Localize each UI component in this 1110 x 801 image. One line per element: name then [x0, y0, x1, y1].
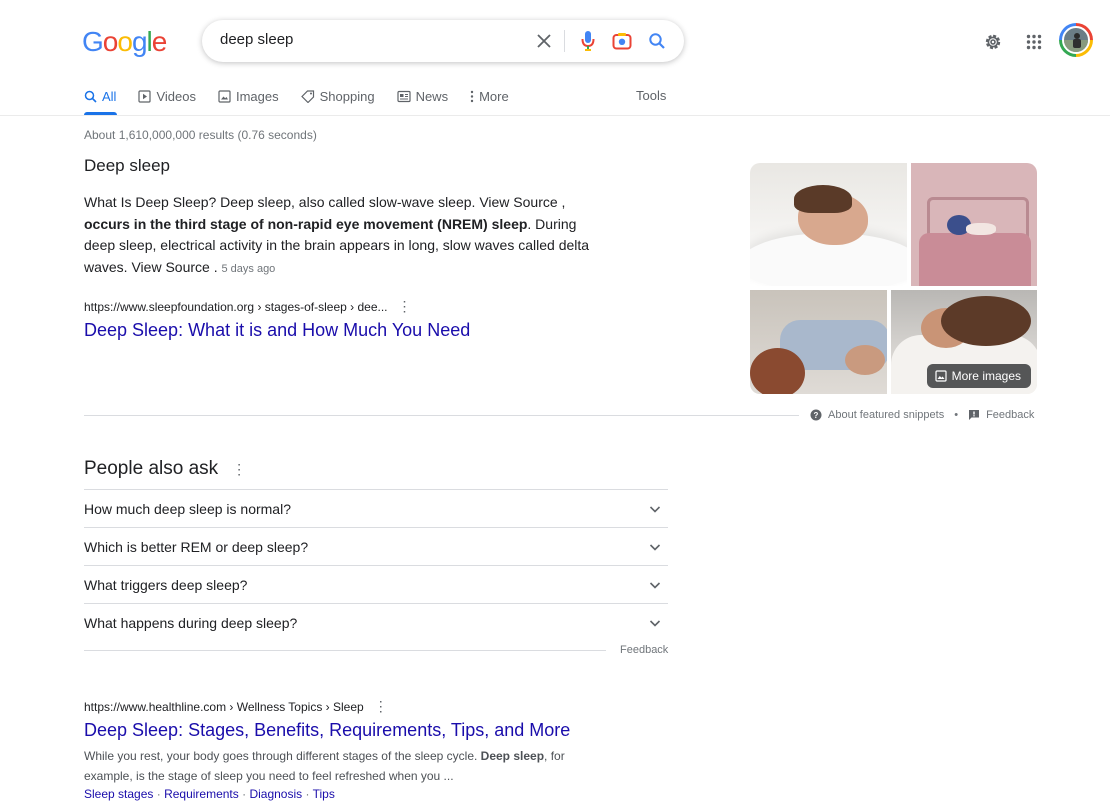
paa-question-text: How much deep sleep is normal? [84, 500, 291, 517]
paa-question[interactable]: What happens during deep sleep? [84, 603, 668, 641]
tab-more[interactable]: More [470, 86, 509, 106]
chevron-down-icon [649, 619, 661, 627]
paa-question[interactable]: Which is better REM or deep sleep? [84, 527, 668, 565]
tab-images[interactable]: Images [218, 86, 279, 106]
search-divider [564, 30, 565, 52]
video-icon [138, 89, 152, 103]
apps-grid-icon[interactable] [1022, 30, 1046, 54]
result-cite-row: https://www.healthline.com › Wellness To… [84, 698, 388, 716]
svg-text:?: ? [814, 411, 819, 420]
result-snippet-bold: Deep sleep [480, 749, 545, 763]
image-icon [218, 89, 231, 103]
camera-lens-icon[interactable] [610, 29, 634, 53]
paa-feedback-link[interactable]: Feedback [620, 644, 668, 656]
tab-videos[interactable]: Videos [138, 86, 196, 106]
header-divider [0, 115, 1110, 116]
more-images-label: More images [951, 369, 1021, 383]
microphone-icon[interactable] [576, 29, 600, 53]
sitelink-separator: · [238, 787, 250, 801]
paa-question-text: What triggers deep sleep? [84, 576, 248, 593]
result-title-link[interactable]: Deep Sleep: Stages, Benefits, Requiremen… [84, 720, 570, 741]
snippet-heading: Deep sleep [84, 156, 171, 175]
result-cite[interactable]: https://www.healthline.com › Wellness To… [84, 700, 364, 714]
tab-label: Videos [156, 88, 196, 104]
tag-icon [300, 89, 314, 103]
sitelink[interactable]: Diagnosis [249, 787, 302, 801]
sitelink-separator: · [153, 787, 165, 801]
settings-gear-icon[interactable] [981, 30, 1005, 54]
tab-label: More [479, 88, 509, 104]
sitelink-separator: · [302, 787, 313, 801]
illustrated-sleeper-image[interactable] [911, 163, 1037, 286]
paa-title-text: People also ask [84, 458, 219, 479]
tab-label: Shopping [319, 88, 375, 104]
more-images-button[interactable]: More images [926, 364, 1031, 388]
chevron-down-icon [649, 505, 661, 513]
chevron-down-icon [649, 581, 661, 589]
bullet-separator: • [954, 409, 959, 421]
tools-button[interactable]: Tools [636, 88, 666, 103]
result-stats: About 1,610,000,000 results (0.76 second… [84, 128, 317, 142]
snippet-divider [84, 415, 799, 416]
sitelink[interactable]: Tips [313, 787, 335, 801]
more-options-icon[interactable]: ⋮ [232, 461, 246, 477]
help-circle-icon: ? [810, 409, 822, 421]
snippet-date: 5 days ago [221, 262, 276, 275]
man-with-dog-image[interactable] [750, 290, 887, 394]
snippet-link-title[interactable]: Deep Sleep: What it is and How Much You … [84, 320, 470, 341]
paa-question-text: What happens during deep sleep? [84, 614, 298, 631]
vertical-dots-icon [470, 90, 474, 102]
paa-question[interactable]: How much deep sleep is normal? [84, 489, 668, 527]
people-also-ask-heading: People also ask ⋮ [84, 458, 246, 480]
account-avatar[interactable] [1059, 23, 1093, 57]
snippet-text: What Is Deep Sleep? Deep sleep, also cal… [84, 192, 604, 280]
google-logo[interactable]: Google [82, 26, 167, 58]
news-icon [396, 90, 411, 102]
image-icon [935, 370, 947, 382]
paa-question[interactable]: What triggers deep sleep? [84, 565, 668, 603]
search-tabs: All Videos Images Shopping News More [84, 86, 531, 106]
chevron-down-icon [649, 543, 661, 551]
tab-news[interactable]: News [396, 86, 449, 106]
snippet-cite[interactable]: https://www.sleepfoundation.org › stages… [84, 300, 388, 314]
result-snippet-part: While you rest, your body goes through d… [84, 749, 481, 763]
sleeping-man-image[interactable] [750, 163, 907, 286]
paa-divider [84, 650, 606, 651]
clear-search-icon[interactable] [532, 29, 556, 53]
more-options-icon[interactable]: ⋮ [398, 298, 412, 314]
snippet-text-part: What Is Deep Sleep? Deep sleep, also cal… [84, 194, 566, 210]
paa-question-text: Which is better REM or deep sleep? [84, 538, 309, 555]
snippet-footer: ? About featured snippets • Feedback [810, 409, 1034, 421]
sitelink[interactable]: Sleep stages [84, 787, 153, 801]
tab-all[interactable]: All [84, 86, 116, 106]
tab-label: News [415, 88, 449, 104]
tab-label: Images [235, 88, 279, 104]
snippet-image-grid[interactable]: More images [750, 163, 1037, 394]
search-icon[interactable] [645, 29, 669, 53]
search-box[interactable]: deep sleep [202, 20, 684, 62]
search-icon [84, 90, 97, 103]
result-snippet: While you rest, your body goes through d… [84, 746, 604, 786]
feedback-icon [969, 410, 980, 420]
snippet-bold-text: occurs in the third stage of non-rapid e… [84, 215, 528, 232]
about-featured-snippets-link[interactable]: About featured snippets [828, 409, 944, 421]
sitelink[interactable]: Requirements [164, 787, 239, 801]
avatar-photo [1062, 26, 1090, 54]
people-also-ask-list: How much deep sleep is normal? Which is … [84, 489, 668, 641]
tab-shopping[interactable]: Shopping [300, 86, 375, 106]
result-sitelinks: Sleep stages · Requirements · Diagnosis … [84, 787, 335, 801]
tab-label: All [102, 88, 117, 104]
snippet-feedback-link[interactable]: Feedback [986, 409, 1034, 421]
more-options-icon[interactable]: ⋮ [374, 698, 388, 714]
search-input[interactable]: deep sleep [220, 31, 293, 48]
snippet-cite-row: https://www.sleepfoundation.org › stages… [84, 298, 412, 316]
